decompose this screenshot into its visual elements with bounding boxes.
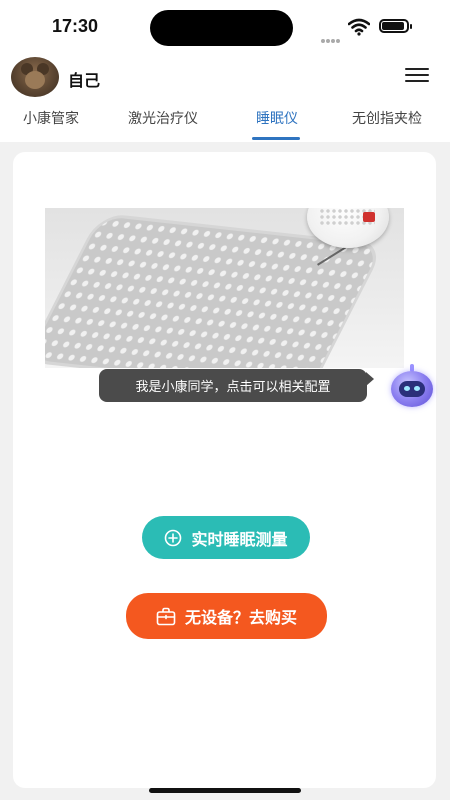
tab-xiaokang-butler[interactable]: 小康管家 (23, 108, 79, 128)
measure-button-label: 实时睡眠测量 (191, 529, 288, 549)
status-time: 17:30 (52, 16, 99, 36)
realtime-sleep-measure-button[interactable]: 实时睡眠测量 (142, 516, 310, 559)
device-tabs: 小康管家 激光治疗仪 睡眠仪 无创指夹检 (0, 100, 450, 142)
dynamic-island (150, 10, 293, 46)
tab-finger-clip-test[interactable]: 无创指夹检 (352, 108, 422, 128)
tab-laser-therapy[interactable]: 激光治疗仪 (128, 108, 198, 128)
assistant-tooltip-text: 我是小康同学，点击可以相关配置 (135, 380, 331, 395)
status-bar: 17:30 (0, 0, 450, 54)
active-tab-indicator (252, 137, 300, 140)
buy-button-label: 无设备？去购买 (184, 608, 297, 627)
app-header: 自己 (0, 55, 450, 97)
wifi-icon (348, 18, 370, 36)
tab-sleep-device[interactable]: 睡眠仪 (256, 108, 298, 128)
avatar[interactable] (11, 57, 59, 97)
assistant-robot-icon[interactable] (388, 364, 436, 410)
cellular-signal-icon (321, 28, 341, 47)
plus-circle-icon (164, 529, 182, 547)
sleep-device-image (45, 208, 404, 368)
menu-icon[interactable] (405, 68, 429, 82)
home-indicator[interactable] (149, 788, 301, 793)
buy-device-button[interactable]: 无设备？去购买 (126, 593, 327, 639)
assistant-tooltip[interactable]: 我是小康同学，点击可以相关配置 (99, 369, 374, 402)
battery-icon (379, 19, 412, 33)
username: 自己 (68, 71, 101, 90)
shopping-bag-icon (156, 607, 176, 626)
